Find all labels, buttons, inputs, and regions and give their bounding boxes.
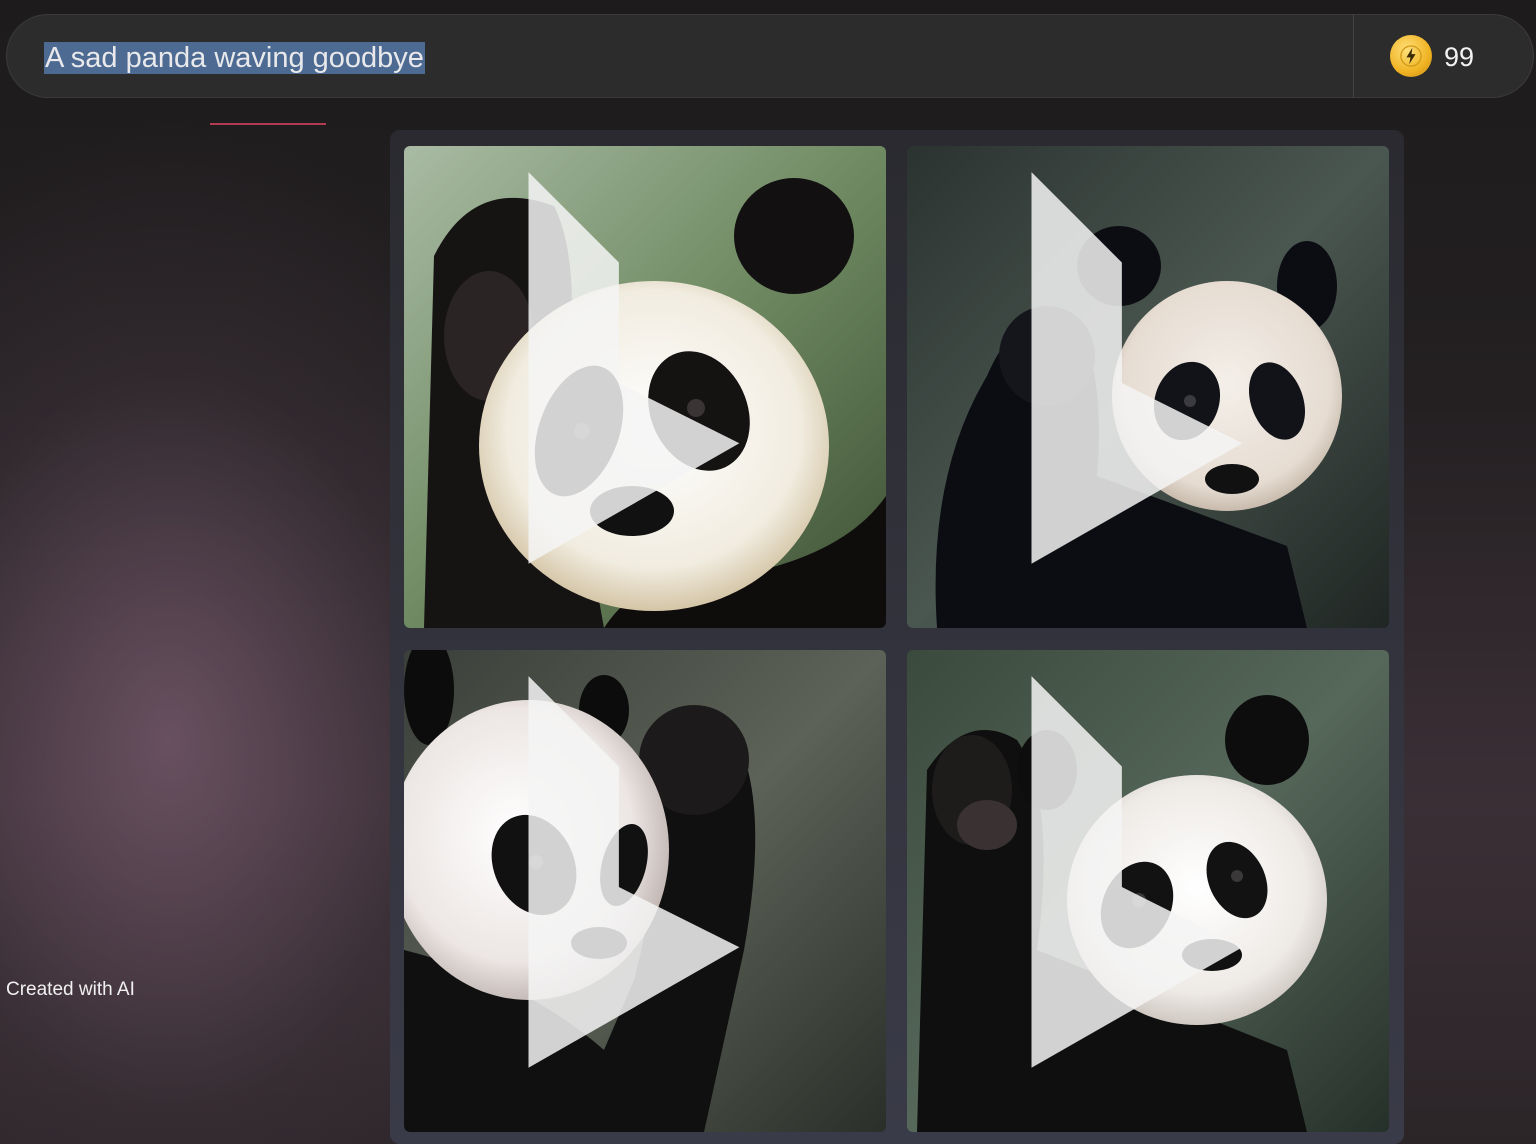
divider [1353,14,1354,98]
panda-image-1[interactable] [404,146,886,628]
active-tab-indicator [210,123,326,125]
bing-watermark-icon [1031,676,1243,1068]
panda-image-2[interactable] [907,146,1389,628]
boost-count: 99 [1444,42,1475,72]
panda-image-4[interactable] [907,650,1389,1132]
created-with-ai-label: Created with AI [6,979,135,1000]
bing-watermark-icon [1031,172,1243,564]
prompt-bar: A sad panda waving goodbye 99 [6,14,1534,98]
lightning-coin-icon[interactable] [1390,35,1432,77]
panda-image-3[interactable] [404,650,886,1132]
bing-watermark-icon [528,172,740,564]
prompt-input[interactable]: A sad panda waving goodbye [44,39,425,77]
bing-watermark-icon [528,676,740,1068]
lightning-icon [1400,45,1422,67]
prompt-text: A sad panda waving goodbye [44,42,425,74]
